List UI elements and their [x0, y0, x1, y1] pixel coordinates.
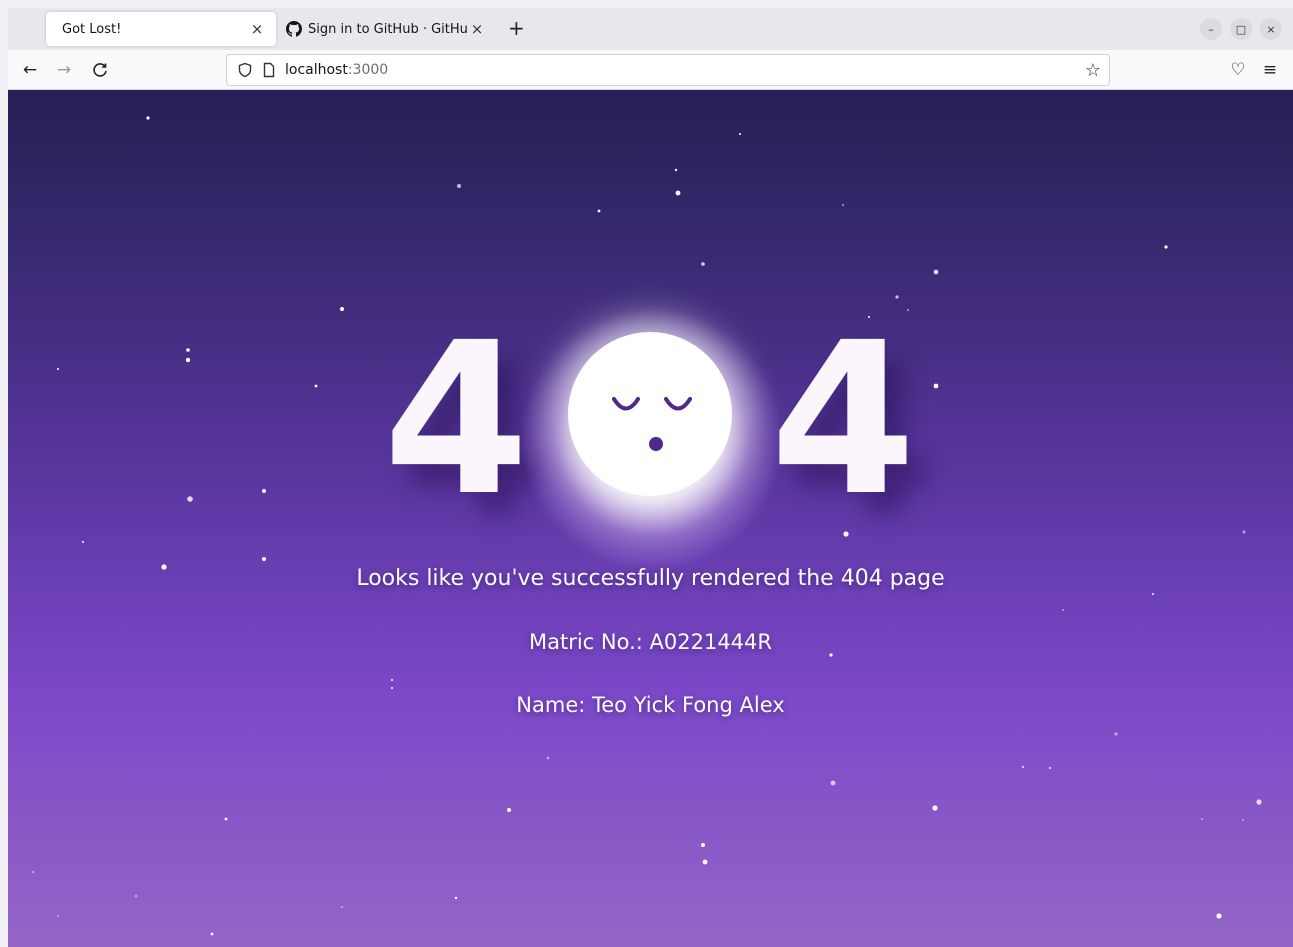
tab-title: Got Lost!: [62, 21, 122, 37]
star: [1164, 245, 1168, 249]
digit-four-right: 4: [770, 297, 917, 542]
url-port: :3000: [347, 62, 389, 78]
star: [454, 896, 458, 900]
star: [675, 190, 681, 196]
tab-close-icon[interactable]: ×: [248, 20, 266, 38]
github-icon: [286, 21, 302, 37]
tab-bar: Got Lost! × Sign in to GitHub · GitHub ×…: [8, 8, 1293, 50]
star: [932, 805, 938, 811]
star: [674, 168, 678, 172]
bookmark-star-icon[interactable]: ☆: [1085, 60, 1101, 81]
back-arrow-icon[interactable]: ←: [18, 58, 42, 82]
star: [224, 817, 228, 821]
pocket-icon[interactable]: ♡: [1226, 58, 1250, 82]
forward-arrow-icon[interactable]: →: [52, 58, 76, 82]
browser-chrome: Got Lost! × Sign in to GitHub · GitHub ×…: [8, 8, 1293, 90]
star: [134, 894, 138, 898]
star: [597, 209, 601, 213]
tab-title: Sign in to GitHub · GitHub: [308, 21, 468, 37]
star: [57, 915, 59, 917]
star: [210, 932, 214, 936]
matric-number: Matric No.: A0221444R: [528, 630, 772, 654]
star: [1114, 732, 1118, 736]
star: [1201, 818, 1203, 820]
star: [146, 116, 150, 120]
star: [702, 859, 708, 865]
star: [1256, 799, 1262, 805]
url-text[interactable]: localhost:3000: [285, 62, 388, 78]
star: [1048, 766, 1052, 770]
star: [341, 906, 343, 908]
new-tab-button[interactable]: +: [508, 18, 525, 38]
star: [507, 808, 511, 812]
page-content: 4 4 Looks like you've successfully rende…: [8, 90, 1293, 947]
navigation-bar: ← → localhost:3000 ☆ ♡ ≡: [8, 50, 1293, 90]
star: [340, 307, 344, 311]
star: [262, 557, 266, 561]
star: [701, 843, 705, 847]
error-message: Looks like you've successfully rendered …: [356, 566, 945, 591]
reload-icon-glyph: [93, 63, 107, 77]
close-window-icon[interactable]: ×: [1260, 18, 1282, 40]
star: [1152, 593, 1154, 595]
reload-icon[interactable]: [88, 58, 112, 82]
star: [842, 204, 844, 206]
page-icon: [263, 62, 275, 78]
star: [701, 262, 705, 266]
star: [830, 780, 836, 786]
star: [82, 541, 84, 543]
star: [546, 756, 550, 760]
star: [391, 679, 393, 681]
minimize-icon[interactable]: –: [1200, 18, 1222, 40]
star: [32, 871, 34, 873]
star: [1242, 530, 1246, 534]
menu-icon[interactable]: ≡: [1258, 58, 1282, 82]
star: [739, 133, 741, 135]
star: [1021, 765, 1025, 769]
star: [457, 184, 461, 188]
tab-close-icon[interactable]: ×: [468, 20, 486, 38]
sleeping-face-icon: [612, 397, 692, 451]
url-host: localhost: [285, 62, 348, 78]
address-bar[interactable]: localhost:3000 ☆: [226, 54, 1110, 86]
tab-github[interactable]: Sign in to GitHub · GitHub ×: [276, 12, 496, 46]
tab-got-lost[interactable]: Got Lost! ×: [46, 12, 276, 46]
error-404-graphic: 4 4: [8, 290, 1293, 590]
star: [391, 687, 393, 689]
star: [933, 269, 939, 275]
star: [1242, 819, 1244, 821]
star: [1062, 609, 1064, 611]
shield-icon[interactable]: [237, 62, 253, 78]
maximize-icon[interactable]: □: [1230, 18, 1252, 40]
star: [1216, 913, 1222, 919]
moon-face-icon: [568, 332, 732, 496]
student-name: Name: Teo Yick Fong Alex: [516, 693, 785, 717]
